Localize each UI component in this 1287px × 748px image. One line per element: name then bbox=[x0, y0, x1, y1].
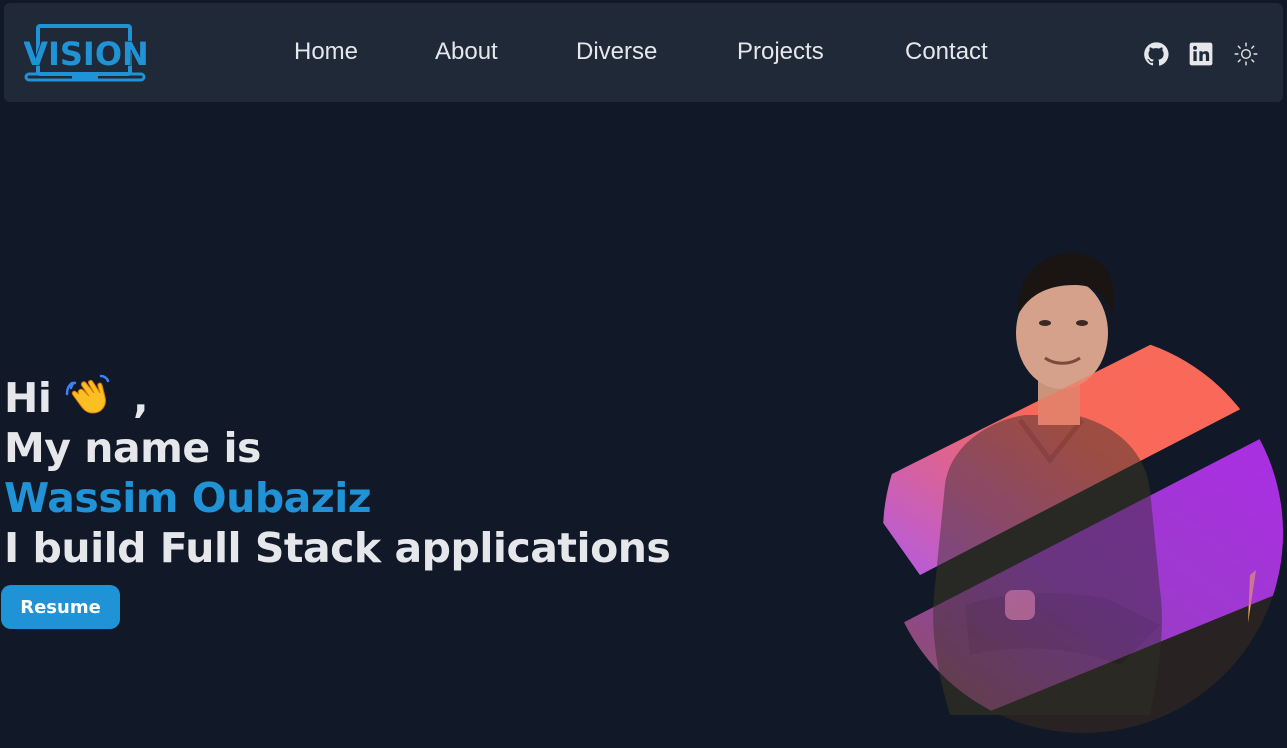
profile-portrait bbox=[883, 252, 1283, 733]
hero-intro: Hi , My name is Wassim Oubaziz I build F… bbox=[4, 372, 671, 573]
resume-button[interactable]: Resume bbox=[1, 585, 120, 629]
nav-contact[interactable]: Contact bbox=[905, 38, 988, 66]
nav-about[interactable]: About bbox=[435, 38, 498, 66]
tagline: I build Full Stack applications bbox=[4, 524, 671, 572]
person-name: Wassim Oubaziz bbox=[4, 474, 372, 522]
sun-icon[interactable] bbox=[1233, 41, 1259, 67]
nav-projects[interactable]: Projects bbox=[737, 38, 824, 66]
intro-line: My name is bbox=[4, 424, 261, 472]
navbar: VISION Home About Diverse Projects Conta… bbox=[4, 3, 1283, 102]
linkedin-icon[interactable] bbox=[1188, 41, 1214, 67]
nav-diverse[interactable]: Diverse bbox=[576, 38, 657, 66]
nav-icons bbox=[1143, 41, 1263, 69]
waving-hand-icon bbox=[65, 374, 110, 414]
nav-home[interactable]: Home bbox=[294, 38, 358, 66]
nav-links: Home About Diverse Projects Contact bbox=[4, 3, 1283, 102]
greeting-text: Hi bbox=[4, 374, 52, 422]
greeting-line: Hi , bbox=[4, 372, 670, 423]
greeting-comma: , bbox=[132, 374, 149, 422]
github-icon[interactable] bbox=[1143, 41, 1169, 67]
